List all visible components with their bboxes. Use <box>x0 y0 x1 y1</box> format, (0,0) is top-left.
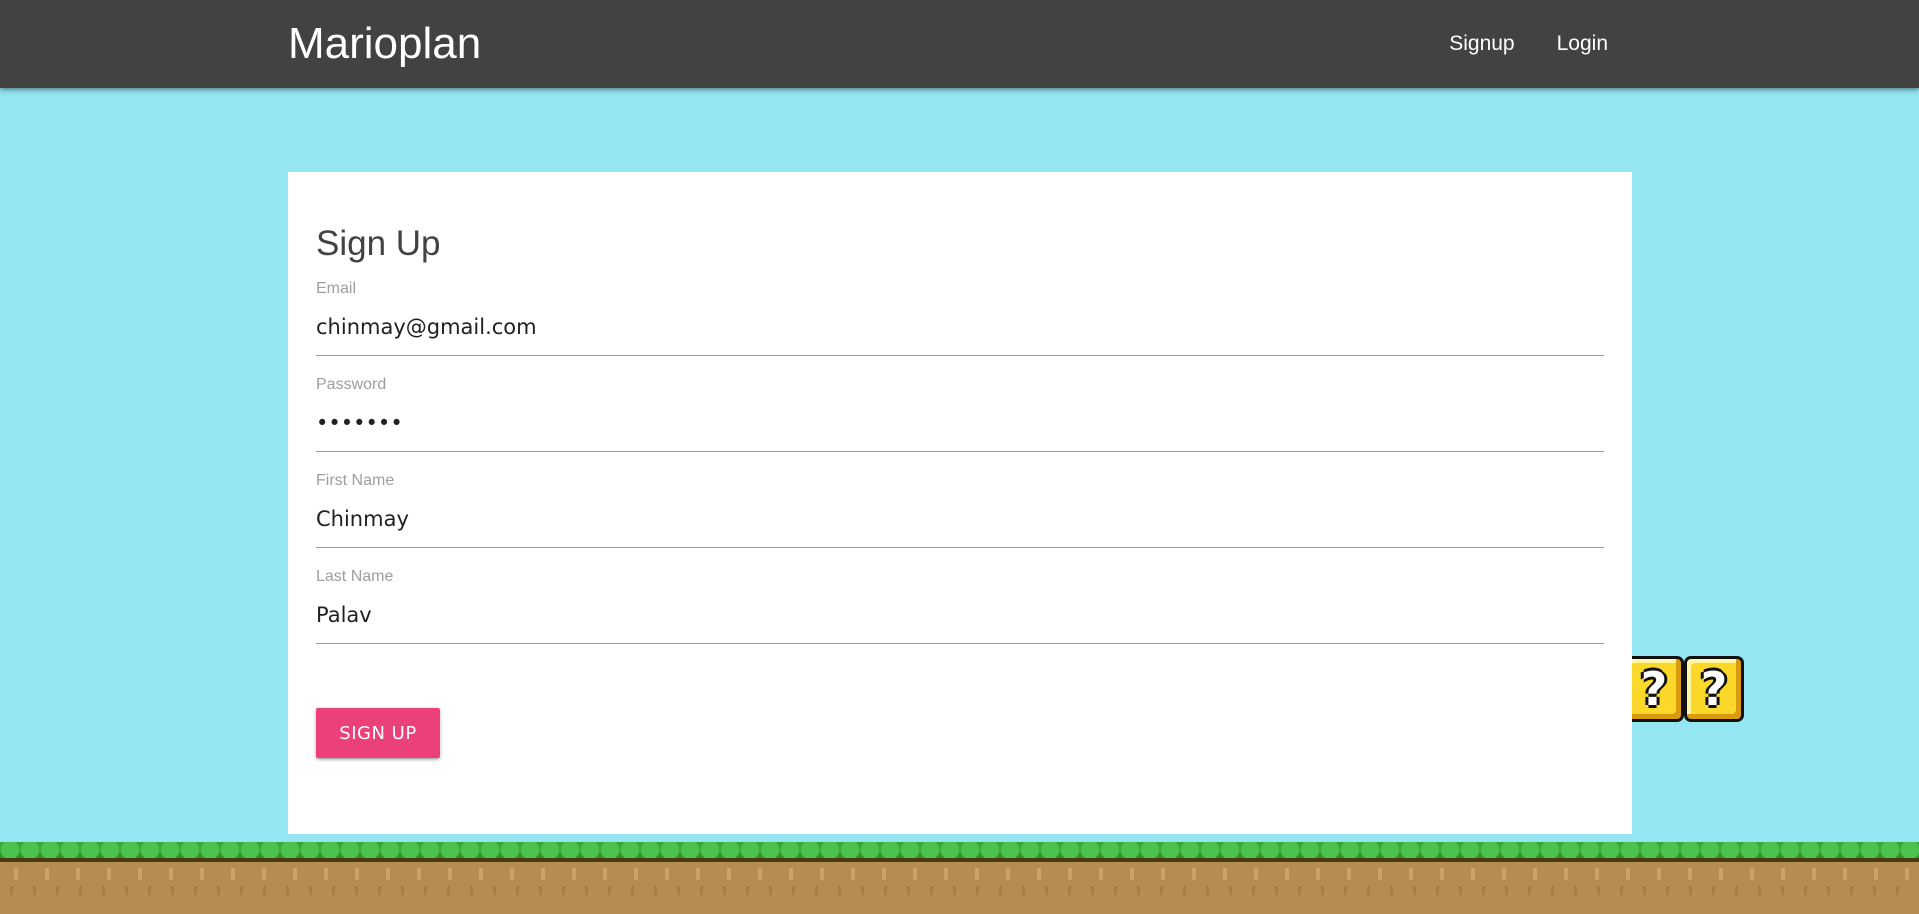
grass-strip <box>0 842 1919 858</box>
question-block-icon: ? <box>1628 656 1684 722</box>
last-name-field-group: Last Name <box>316 562 1604 646</box>
last-name-label: Last Name <box>316 568 394 585</box>
brand-logo[interactable]: Marioplan <box>288 0 481 88</box>
email-input[interactable] <box>316 298 1604 356</box>
question-block-icon: ? <box>1684 656 1744 722</box>
question-mark-icon: ? <box>1640 662 1668 716</box>
navbar: Marioplan Signup Login <box>0 0 1919 88</box>
first-name-label: First Name <box>316 472 395 489</box>
dirt-strip <box>0 860 1919 914</box>
login-link[interactable]: Login <box>1536 0 1629 88</box>
last-name-input[interactable] <box>316 586 1604 644</box>
first-name-field-group: First Name <box>316 466 1604 550</box>
email-field-group: Email <box>316 274 1604 358</box>
nav-item-signup: Signup <box>1428 0 1535 88</box>
password-input[interactable] <box>316 394 1604 452</box>
email-label: Email <box>316 280 357 297</box>
nav-links: Signup Login <box>1428 0 1629 88</box>
signup-link[interactable]: Signup <box>1428 0 1535 88</box>
form-title: Sign Up <box>316 224 441 263</box>
nav-item-login: Login <box>1536 0 1629 88</box>
signup-card: Sign Up Email Password First Name Last N… <box>288 172 1632 834</box>
first-name-input[interactable] <box>316 490 1604 548</box>
ground-decoration <box>0 842 1919 914</box>
question-mark-icon: ? <box>1700 662 1728 716</box>
password-field-group: Password <box>316 370 1604 454</box>
password-label: Password <box>316 376 387 393</box>
question-blocks: ? ? <box>1628 656 1746 724</box>
signup-submit-button[interactable]: SIGN UP <box>316 708 440 758</box>
